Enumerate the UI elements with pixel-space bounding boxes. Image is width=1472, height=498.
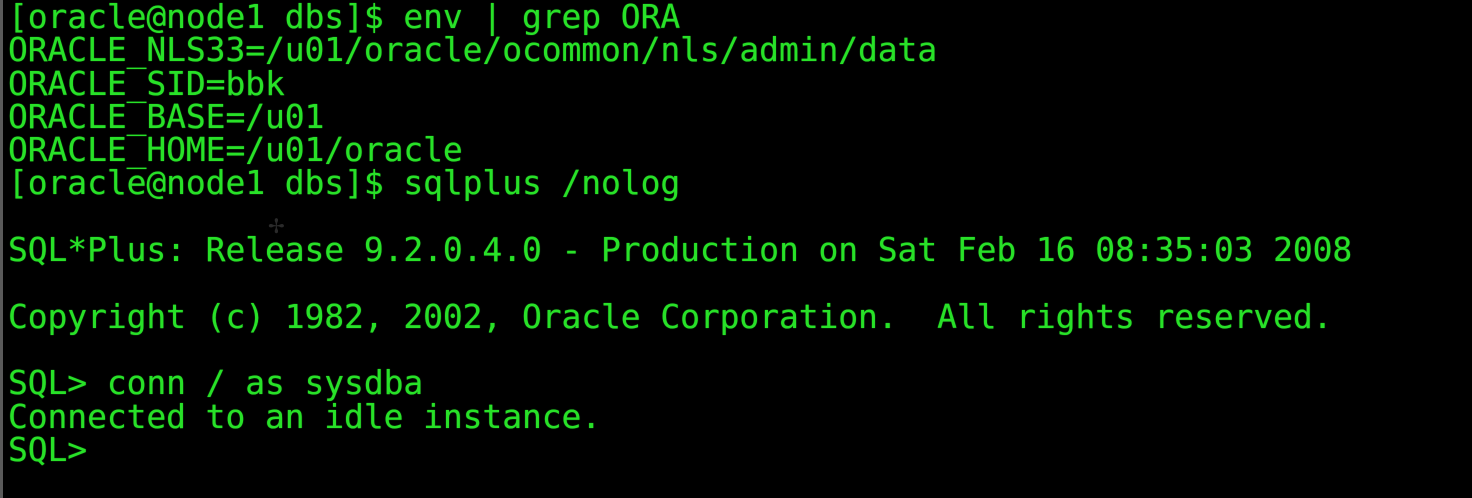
terminal-line-3: ORACLE_SID=bbk <box>8 63 285 103</box>
terminal-screen[interactable]: [oracle@node1 dbs]$ env | grep ORA ORACL… <box>8 0 1468 498</box>
terminal-line-9 <box>8 266 1468 299</box>
terminal-line-7 <box>8 200 1468 233</box>
terminal-line-1: [oracle@node1 dbs]$ env | grep ORA <box>8 0 681 36</box>
terminal-line-12: SQL> conn / as sysdba <box>8 363 424 403</box>
window-left-border <box>0 0 3 498</box>
terminal-window[interactable]: [oracle@node1 dbs]$ env | grep ORA ORACL… <box>0 0 1472 498</box>
terminal-line-10: Copyright (c) 1982, 2002, Oracle Corpora… <box>8 296 1333 336</box>
terminal-line-13: Connected to an idle instance. <box>8 396 602 436</box>
terminal-line-14: SQL> <box>8 429 88 469</box>
terminal-line-11 <box>8 333 1468 366</box>
terminal-line-8: SQL*Plus: Release 9.2.0.4.0 - Production… <box>8 230 1353 270</box>
terminal-line-4: ORACLE_BASE=/u01 <box>8 96 325 136</box>
terminal-line-2: ORACLE_NLS33=/u01/oracle/ocommon/nls/adm… <box>8 30 938 70</box>
terminal-line-5: ORACLE_HOME=/u01/oracle <box>8 130 463 170</box>
cursor-arrow-icon: ✢ <box>268 214 285 238</box>
terminal-line-6: [oracle@node1 dbs]$ sqlplus /nolog <box>8 163 681 203</box>
